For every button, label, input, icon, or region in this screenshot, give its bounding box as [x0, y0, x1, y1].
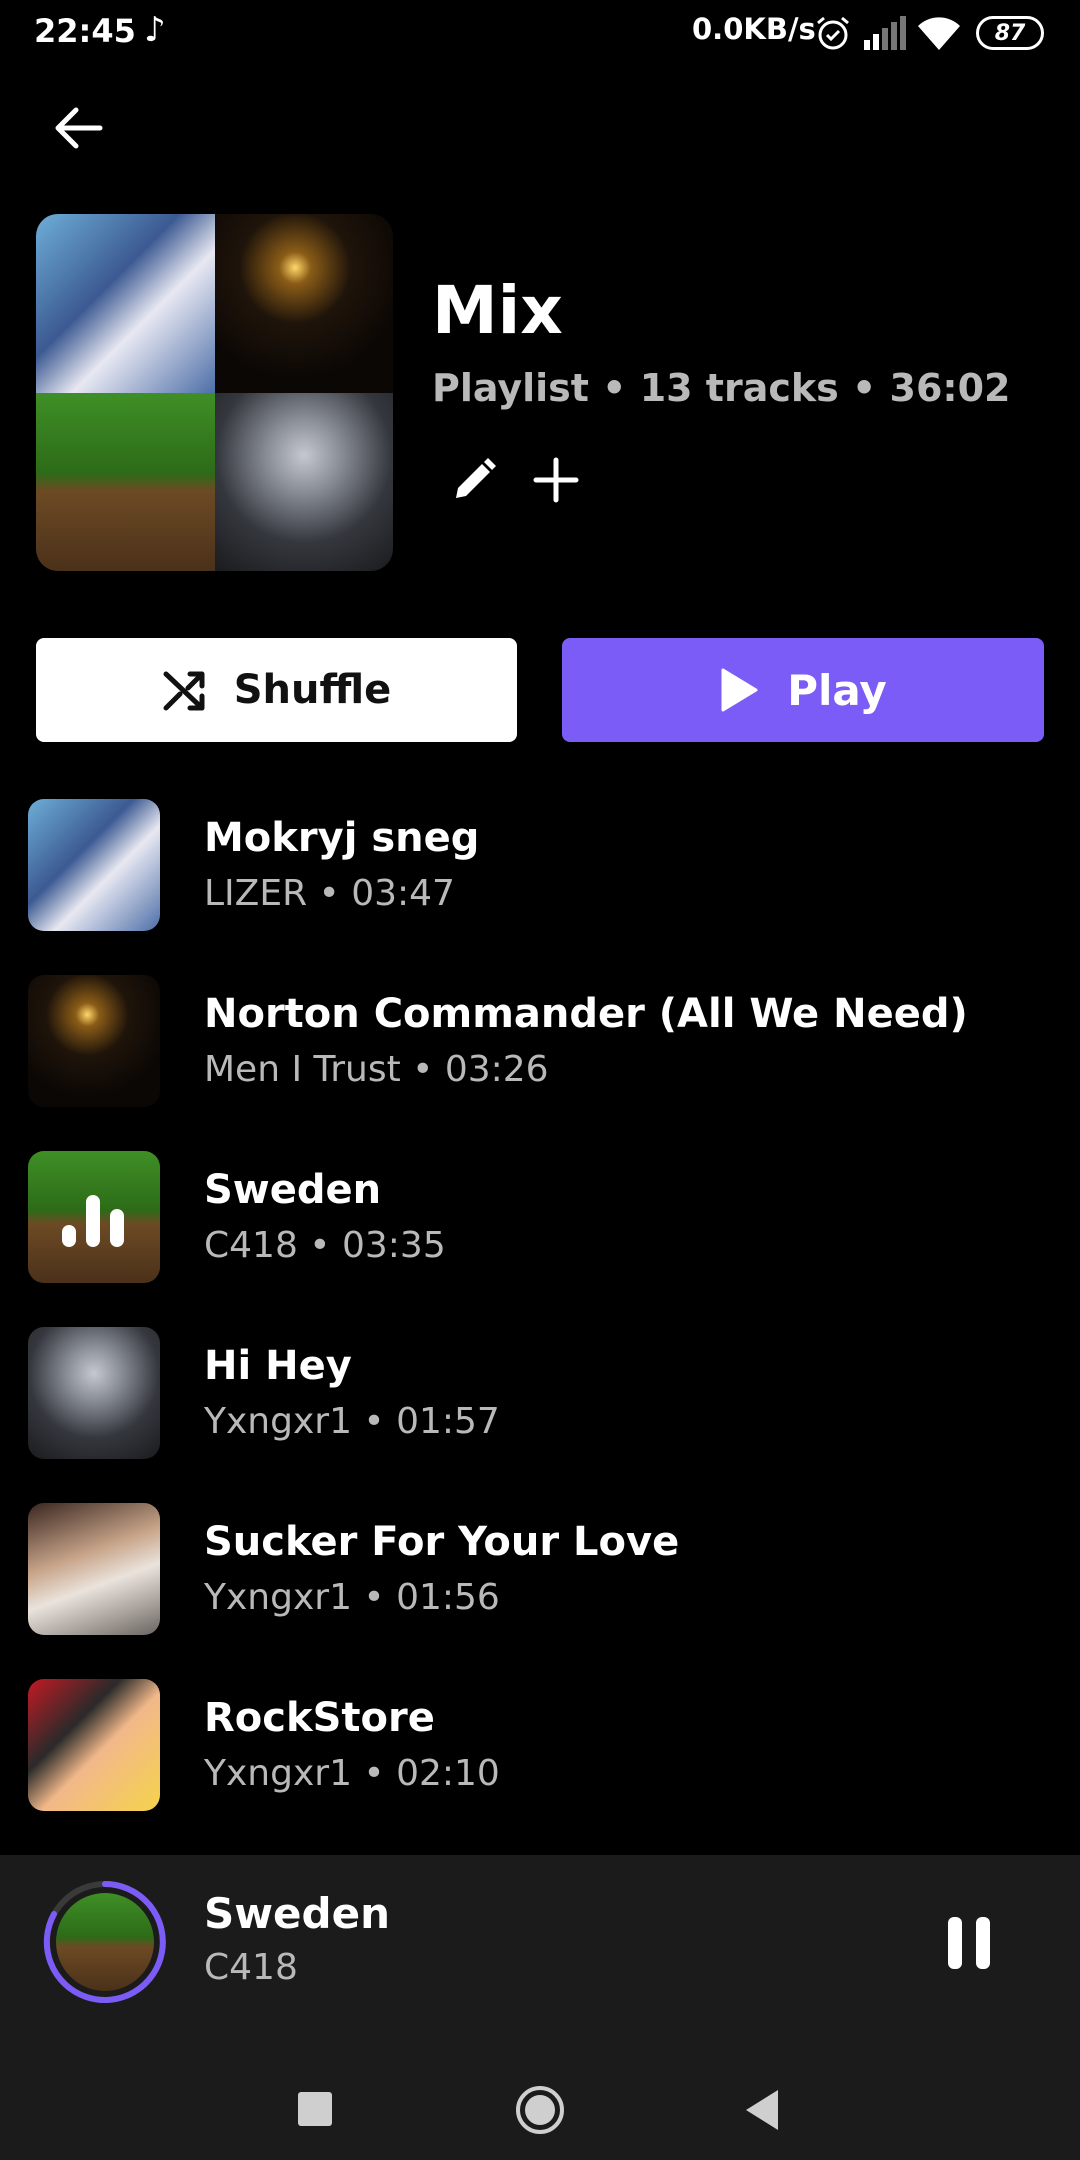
track-row[interactable]: Sweden C418 • 03:35 [0, 1147, 1080, 1323]
cover-tile [214, 392, 393, 571]
playlist-title: Mix [432, 272, 563, 349]
signal-icon [864, 16, 906, 50]
track-row[interactable]: Mokryj sneg LIZER • 03:47 [0, 795, 1080, 971]
shuffle-button[interactable]: Shuffle [36, 638, 517, 742]
back-arrow-icon[interactable] [48, 100, 108, 156]
edit-pencil-icon[interactable] [448, 454, 500, 506]
battery-level: 87 [994, 20, 1026, 46]
track-artwork [28, 1151, 160, 1283]
track-title: RockStore [204, 1695, 435, 1741]
track-subtitle: C418 • 03:35 [204, 1225, 446, 1266]
playlist-cover [36, 214, 393, 571]
cover-tile [214, 214, 393, 393]
cover-tile [36, 392, 215, 571]
shuffle-icon [163, 671, 205, 711]
pause-icon[interactable] [944, 1915, 994, 1971]
track-artwork [28, 975, 160, 1107]
track-title: Sucker For Your Love [204, 1519, 680, 1565]
track-artwork [28, 1327, 160, 1459]
track-row[interactable]: Hi Hey Yxngxr1 • 01:57 [0, 1323, 1080, 1499]
track-title: Sweden [204, 1167, 382, 1213]
track-title: Mokryj sneg [204, 815, 480, 861]
recents-square-icon[interactable] [298, 2092, 332, 2126]
home-circle-icon[interactable] [514, 2084, 566, 2136]
progress-ring [43, 1881, 166, 2003]
track-title: Hi Hey [204, 1343, 352, 1389]
status-time: 22:45 [34, 12, 136, 50]
track-subtitle: Yxngxr1 • 02:10 [204, 1753, 500, 1794]
music-note-icon: ♪ [144, 10, 166, 50]
track-subtitle: LIZER • 03:47 [204, 873, 455, 914]
play-icon [721, 668, 758, 712]
play-button[interactable]: Play [562, 638, 1044, 742]
network-speed: 0.0KB/s [692, 12, 816, 46]
alarm-icon [817, 16, 849, 50]
track-artwork [28, 1679, 160, 1811]
track-row[interactable]: Sucker For Your Love Yxngxr1 • 01:56 [0, 1499, 1080, 1675]
track-subtitle: Yxngxr1 • 01:57 [204, 1401, 500, 1442]
back-triangle-icon[interactable] [742, 2088, 782, 2132]
track-row[interactable]: RockStore Yxngxr1 • 02:10 [0, 1675, 1080, 1851]
track-artwork [28, 799, 160, 931]
now-playing-equalizer-icon [62, 1191, 126, 1247]
add-plus-icon[interactable] [530, 454, 582, 506]
now-playing-artist: C418 [204, 1947, 298, 1988]
play-label: Play [787, 665, 887, 715]
track-subtitle: Yxngxr1 • 01:56 [204, 1577, 500, 1618]
status-bar: 22:45 ♪ 0.0KB/s 87 [0, 0, 1080, 66]
track-row[interactable]: Norton Commander (All We Need) Men I Tru… [0, 971, 1080, 1147]
now-playing-title: Sweden [204, 1889, 390, 1938]
track-subtitle: Men I Trust • 03:26 [204, 1049, 549, 1090]
track-artwork [28, 1503, 160, 1635]
wifi-icon [918, 17, 960, 50]
track-title: Norton Commander (All We Need) [204, 991, 968, 1037]
shuffle-label: Shuffle [233, 667, 392, 713]
cover-tile [36, 214, 215, 393]
battery-icon: 87 [976, 16, 1044, 50]
mini-player[interactable]: Sweden C418 [0, 1855, 1080, 2030]
playlist-meta: Playlist • 13 tracks • 36:02 [432, 366, 1011, 410]
system-nav-bar [0, 2030, 1080, 2160]
